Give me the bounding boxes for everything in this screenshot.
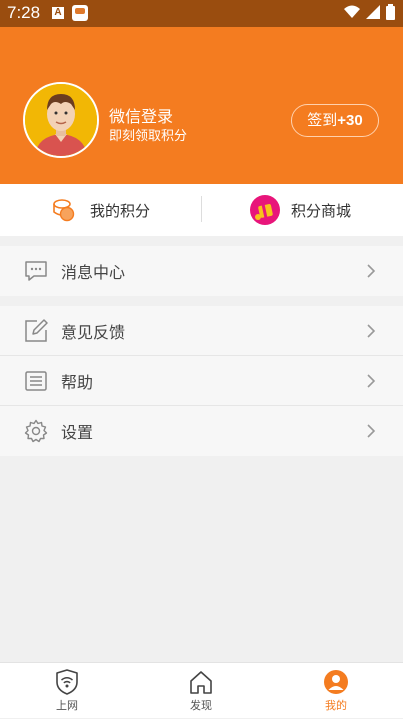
- status-bar: 7:28 A: [0, 0, 403, 27]
- menu-group-general: 意见反馈 帮助 设置: [0, 306, 403, 456]
- menu-item-feedback[interactable]: 意见反馈: [0, 306, 403, 356]
- checkin-bonus: +30: [337, 112, 363, 129]
- menu-label-messages: 消息中心: [61, 263, 126, 282]
- points-mall-label: 积分商城: [291, 201, 352, 220]
- menu-group-messages: 消息中心: [0, 246, 403, 296]
- avatar[interactable]: [23, 82, 99, 158]
- gear-icon: [24, 419, 48, 443]
- wifi-icon: [344, 5, 360, 18]
- chevron-right-icon: [367, 264, 376, 278]
- menu-label-settings: 设置: [61, 423, 94, 442]
- nav-label-internet: 上网: [56, 699, 78, 712]
- nav-tab-discover[interactable]: 发现: [161, 663, 241, 719]
- battery-icon: [386, 4, 395, 20]
- person-icon: [324, 670, 348, 694]
- menu-item-messages[interactable]: 消息中心: [0, 246, 403, 296]
- menu-item-help[interactable]: 帮助: [0, 356, 403, 406]
- nav-tab-mine[interactable]: 我的: [296, 663, 376, 719]
- status-indicators: [344, 4, 395, 20]
- chevron-right-icon: [367, 424, 376, 438]
- coins-icon: [53, 199, 75, 222]
- menu-label-help: 帮助: [61, 372, 94, 392]
- status-time: 7:28: [7, 3, 41, 22]
- edit-icon: [25, 319, 48, 342]
- login-subtitle: 即刻领取积分: [109, 129, 188, 144]
- document-list-icon: [25, 371, 47, 391]
- signal-icon: [366, 5, 380, 19]
- checkin-label: 签到: [307, 111, 338, 129]
- wifi-shield-icon: [56, 669, 78, 695]
- points-mall-button[interactable]: 积分商城: [250, 184, 351, 236]
- avatar-illustration-icon: [25, 84, 97, 156]
- gift-box-icon: [250, 195, 280, 225]
- my-points-button[interactable]: 我的积分: [52, 184, 150, 236]
- nav-label-discover: 发现: [190, 699, 212, 712]
- login-title[interactable]: 微信登录: [109, 103, 173, 127]
- nav-label-mine: 我的: [325, 699, 347, 712]
- points-divider: [201, 196, 202, 222]
- chevron-right-icon: [367, 374, 376, 388]
- chevron-right-icon: [367, 324, 376, 338]
- menu-label-feedback: 意见反馈: [61, 322, 126, 342]
- my-points-label: 我的积分: [90, 201, 151, 220]
- home-icon: [190, 671, 212, 694]
- message-bubble-icon: [25, 261, 47, 281]
- notification-app-icon: [72, 5, 88, 21]
- checkin-button[interactable]: 签到+30: [291, 104, 379, 137]
- notification-a-icon: A: [52, 7, 64, 19]
- bottom-navigation: 上网 发现 我的: [0, 662, 403, 718]
- menu-item-settings[interactable]: 设置: [0, 406, 403, 456]
- nav-tab-internet[interactable]: 上网: [27, 663, 107, 719]
